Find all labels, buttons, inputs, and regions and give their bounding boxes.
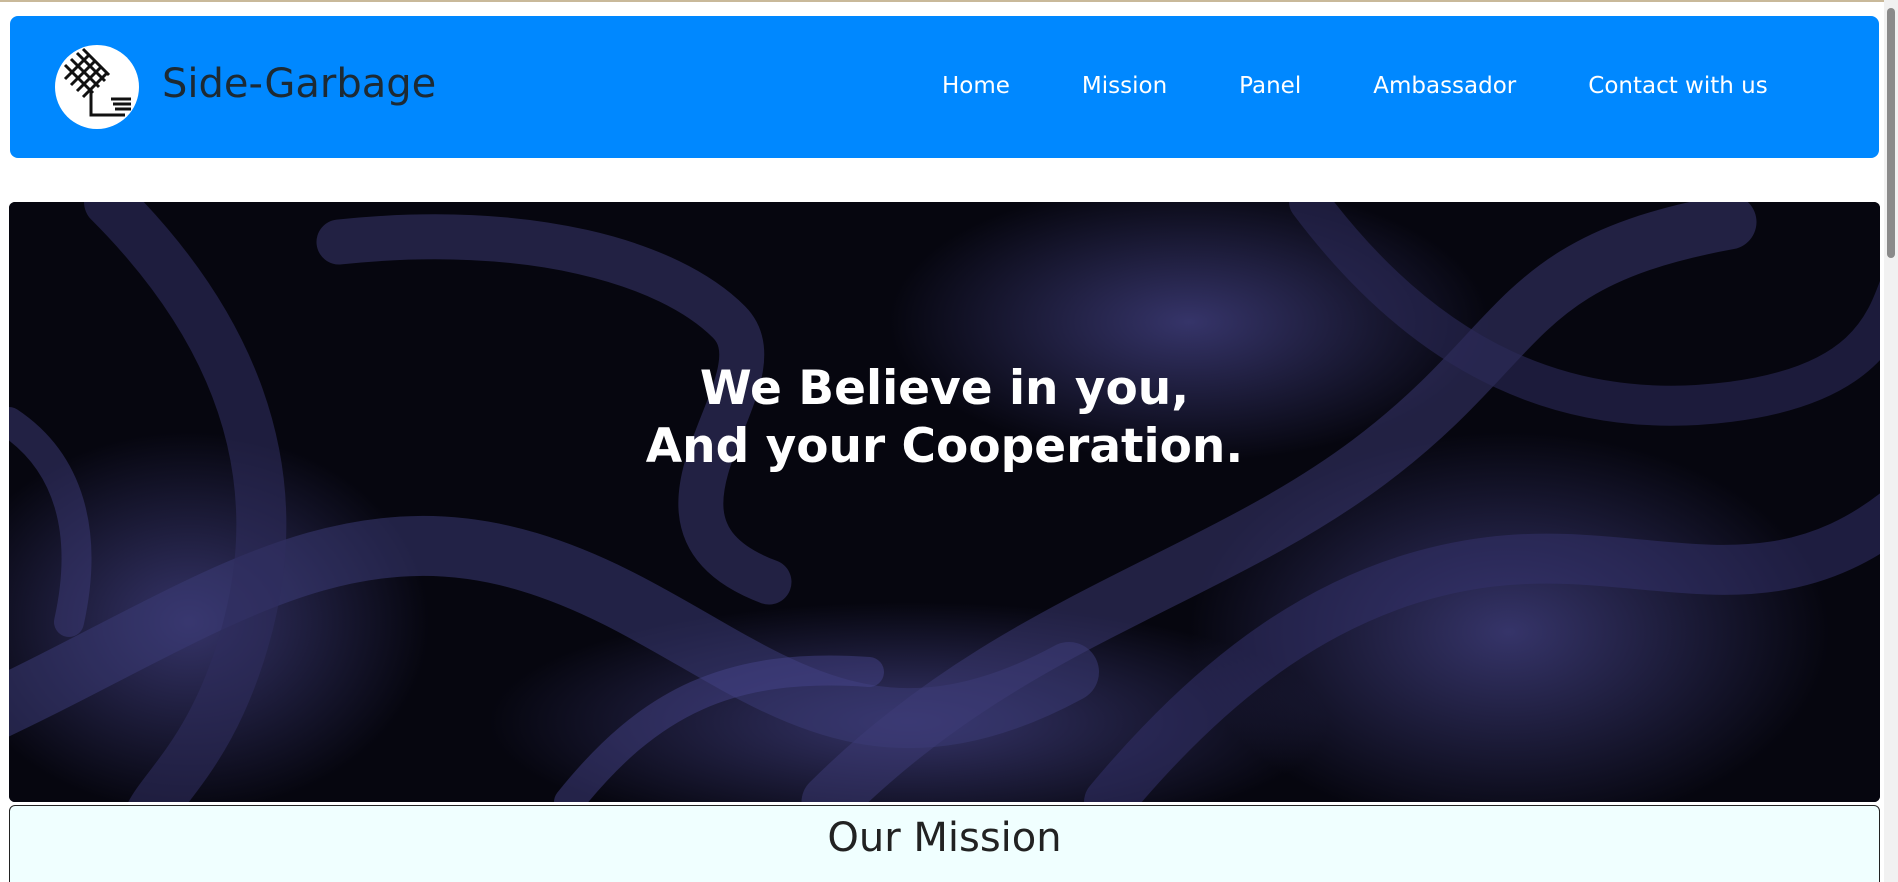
page: Side-Garbage Home Mission Panel Ambassad… xyxy=(0,0,1898,882)
hero-banner: We Believe in you, And your Cooperation. xyxy=(9,202,1880,802)
window-top-border xyxy=(0,0,1898,2)
hero-line-2: And your Cooperation. xyxy=(645,419,1244,474)
hero-line-1: We Believe in you, xyxy=(699,361,1190,416)
mission-title: Our Mission xyxy=(827,815,1062,861)
fabric-background-image xyxy=(9,202,1880,802)
brand-name[interactable]: Side-Garbage xyxy=(162,64,436,104)
vertical-scrollbar[interactable] xyxy=(1884,0,1898,882)
navbar: Side-Garbage Home Mission Panel Ambassad… xyxy=(10,16,1879,158)
nav-panel[interactable]: Panel xyxy=(1239,75,1301,98)
nav-mission[interactable]: Mission xyxy=(1082,75,1167,98)
scrollbar-thumb[interactable] xyxy=(1887,8,1895,258)
main-nav: Home Mission Panel Ambassador Contact wi… xyxy=(942,75,1768,98)
nav-contact[interactable]: Contact with us xyxy=(1588,75,1767,98)
mission-section: Our Mission xyxy=(9,805,1880,882)
nav-ambassador[interactable]: Ambassador xyxy=(1373,75,1516,98)
hero-headline: We Believe in you, And your Cooperation. xyxy=(9,360,1880,476)
nav-home[interactable]: Home xyxy=(942,75,1010,98)
knot-logo-icon[interactable] xyxy=(55,45,139,129)
